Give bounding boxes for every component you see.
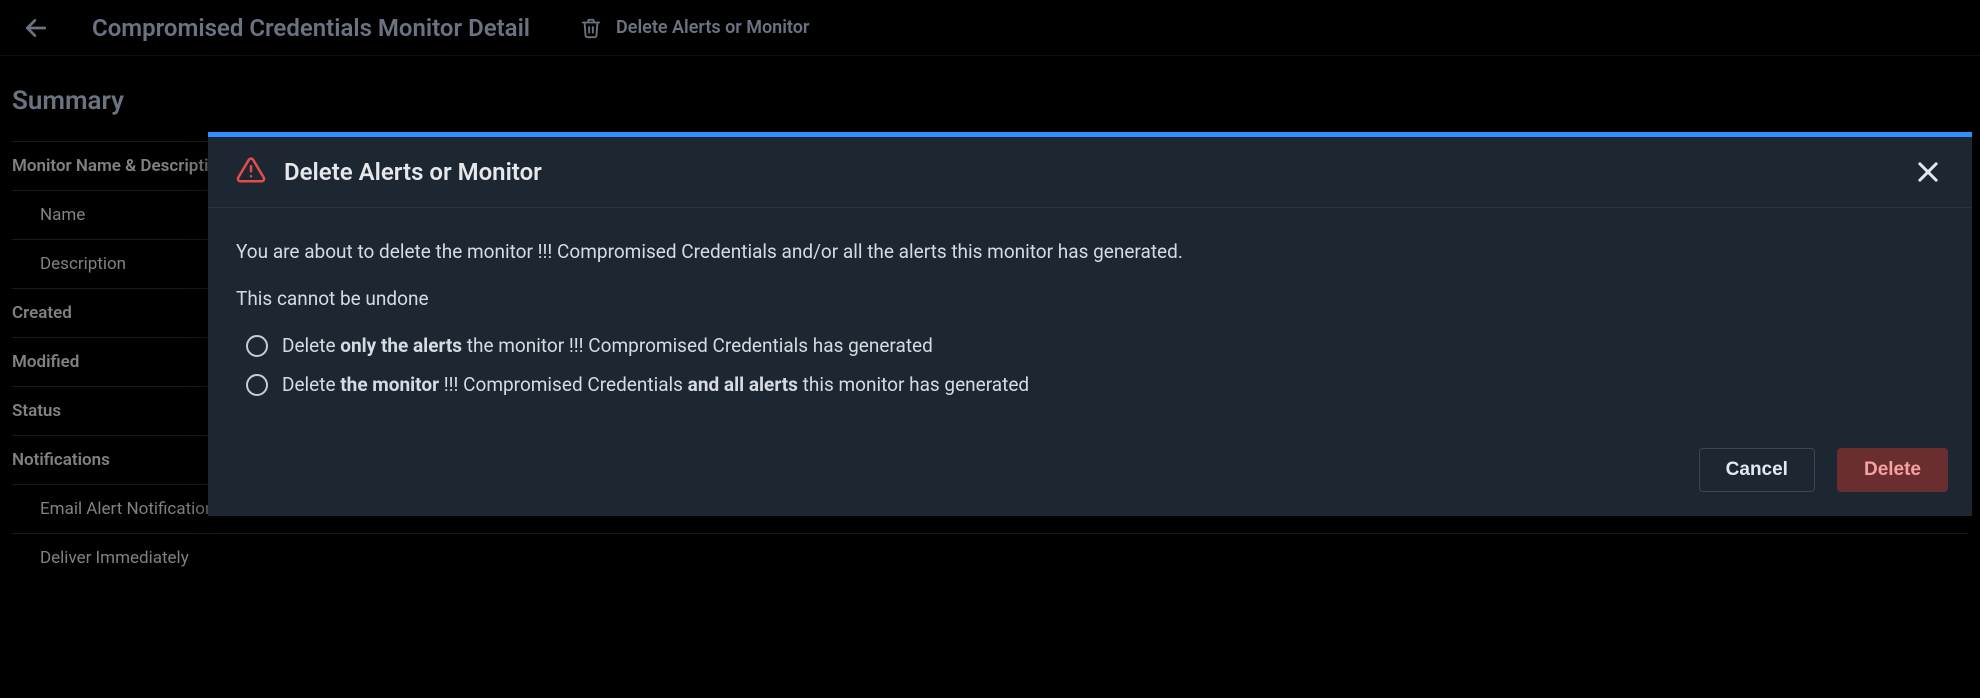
delete-alerts-header-action[interactable]: Delete Alerts or Monitor xyxy=(580,17,809,39)
option2-label: Delete the monitor !!! Compromised Crede… xyxy=(282,373,1029,396)
option-delete-monitor-and-alerts[interactable]: Delete the monitor !!! Compromised Crede… xyxy=(246,373,1944,396)
modal-header: Delete Alerts or Monitor xyxy=(208,137,1972,208)
option1-label: Delete only the alerts the monitor !!! C… xyxy=(282,334,933,357)
page-header: Compromised Credentials Monitor Detail D… xyxy=(0,0,1980,56)
back-button[interactable] xyxy=(20,12,52,44)
radio-unchecked-icon xyxy=(246,335,268,357)
modal-title: Delete Alerts or Monitor xyxy=(284,158,1912,186)
trash-icon xyxy=(580,17,602,39)
delete-modal: Delete Alerts or Monitor You are about t… xyxy=(208,132,1972,516)
delete-options: Delete only the alerts the monitor !!! C… xyxy=(236,334,1944,396)
close-button[interactable] xyxy=(1912,156,1944,188)
delete-alerts-header-label: Delete Alerts or Monitor xyxy=(616,17,809,38)
modal-body: You are about to delete the monitor !!! … xyxy=(208,208,1972,424)
delete-button[interactable]: Delete xyxy=(1837,448,1948,492)
modal-footer: Cancel Delete xyxy=(208,424,1972,516)
radio-unchecked-icon xyxy=(246,374,268,396)
cancel-button[interactable]: Cancel xyxy=(1699,448,1815,492)
arrow-left-icon xyxy=(23,15,49,41)
modal-warning-line2: This cannot be undone xyxy=(236,287,1944,310)
modal-warning-line1: You are about to delete the monitor !!! … xyxy=(236,240,1944,263)
close-icon xyxy=(1914,158,1942,186)
option-delete-alerts-only[interactable]: Delete only the alerts the monitor !!! C… xyxy=(246,334,1944,357)
warning-icon xyxy=(236,155,266,189)
page-title: Compromised Credentials Monitor Detail xyxy=(92,14,530,42)
row-deliver-immediately: Deliver Immediately xyxy=(12,533,1968,582)
summary-heading: Summary xyxy=(12,86,1968,116)
